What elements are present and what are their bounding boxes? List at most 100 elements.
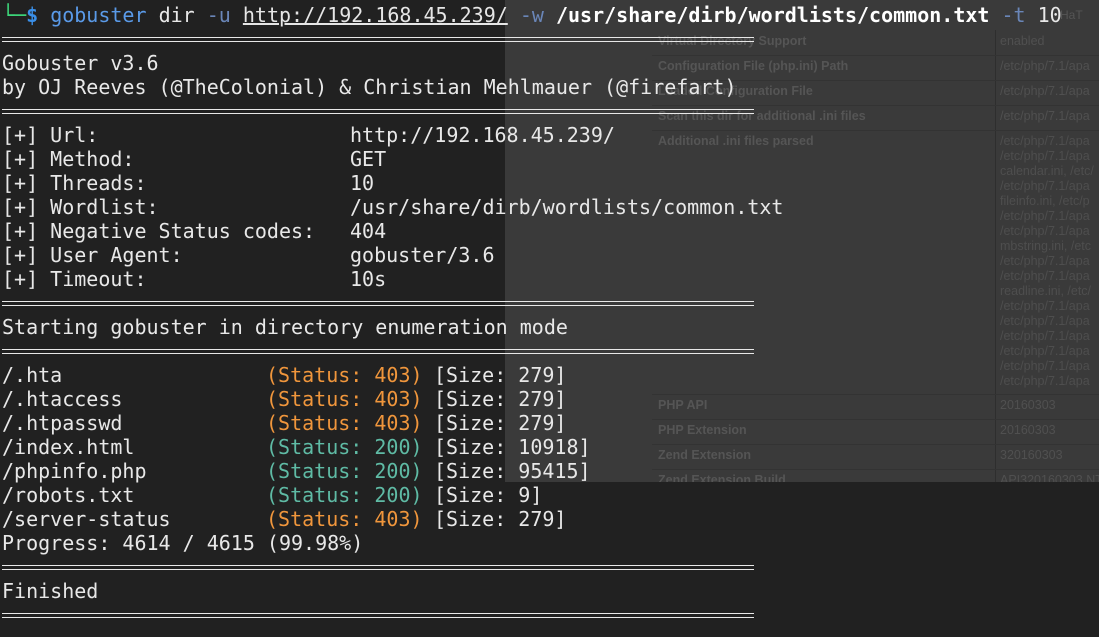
background-ini-file-list: /etc/php/7.1/apa/etc/php/7.1/apa calendar… <box>1000 134 1094 389</box>
config-value: GET <box>350 147 387 171</box>
background-table-row: Zend Extension 320160303 <box>652 444 1099 470</box>
separator <box>2 37 754 42</box>
background-table-key: PHP Extension <box>658 423 747 437</box>
background-table-row: Additional .ini files parsed /etc/php/7.… <box>652 130 1099 395</box>
config-row: [+] Method: GET <box>2 147 386 171</box>
config-value: 404 <box>350 219 387 243</box>
result-status: (Status: 200) <box>266 435 423 459</box>
command-flag-w: -w <box>519 3 544 27</box>
config-label: [+] Url: <box>2 123 99 147</box>
config-value: 10 <box>350 171 375 195</box>
config-row: [+] Negative Status codes: 404 <box>2 219 386 243</box>
background-top-partial-text: HaT <box>1060 8 1083 22</box>
background-table-row: Zend Extension Build API320160303,NTS <box>652 469 1099 482</box>
background-table-row: PHP API 20160303 <box>652 394 1099 420</box>
background-table-value: /etc/php/7.1/apa <box>1000 109 1090 123</box>
result-status: (Status: 403) <box>266 411 423 435</box>
result-row: /robots.txt (Status: 200) [Size: 9] <box>2 483 542 507</box>
command-flag-t: -t <box>1001 3 1026 27</box>
result-status: (Status: 403) <box>266 507 423 531</box>
background-table-key: Configuration File (php.ini) Path <box>658 59 849 73</box>
result-status: (Status: 200) <box>266 459 423 483</box>
background-ini-file: /etc/php/7.1/apa <box>1000 344 1090 358</box>
config-value: 10s <box>350 267 387 291</box>
background-ini-file: /etc/php/7.1/apa <box>1000 269 1090 283</box>
result-row: /.hta (Status: 403) [Size: 279] <box>2 363 566 387</box>
result-row: /server-status (Status: 403) [Size: 279] <box>2 507 566 531</box>
config-label: [+] Negative Status codes: <box>2 219 316 243</box>
background-ini-file: /etc/php/7.1/apa <box>1000 254 1090 268</box>
banner-version: Gobuster v3.6 <box>2 51 159 75</box>
command-subcommand: dir <box>158 3 195 27</box>
progress-line: Progress: 4614 / 4615 (99.98%) <box>2 531 364 555</box>
separator <box>2 349 754 354</box>
background-table-key: Zend Extension <box>658 448 752 462</box>
result-size: [Size: 9] <box>434 483 543 507</box>
background-ini-file: /etc/php/7.1/apa <box>1000 209 1090 223</box>
separator <box>2 613 754 618</box>
command-line[interactable]: └─$ gobuster dir -u http://192.168.45.23… <box>2 3 1062 27</box>
background-table-value: /etc/php/7.1/apa <box>1000 59 1090 73</box>
prompt-dollar: $ <box>26 3 39 27</box>
background-ini-file: readline.ini, /etc/ <box>1000 284 1092 298</box>
config-row: [+] Threads: 10 <box>2 171 374 195</box>
terminal-window[interactable]: Virtual Directory Support enabled Config… <box>0 0 1099 637</box>
separator <box>2 565 754 570</box>
config-label: [+] User Agent: <box>2 243 183 267</box>
config-label: [+] Wordlist: <box>2 195 159 219</box>
result-row: /.htpasswd (Status: 403) [Size: 279] <box>2 411 566 435</box>
result-path: /phpinfo.php <box>2 459 147 483</box>
config-row: [+] Url: http://192.168.45.239/ <box>2 123 615 147</box>
background-table-value: 320160303 <box>1000 448 1063 462</box>
result-size: [Size: 95415] <box>434 459 591 483</box>
background-table-key: Zend Extension Build <box>658 473 786 482</box>
background-ini-file: /etc/php/7.1/apa <box>1000 179 1090 193</box>
result-status: (Status: 403) <box>266 387 423 411</box>
background-ini-file: /etc/php/7.1/apa <box>1000 299 1090 313</box>
background-table-key: PHP API <box>658 398 708 412</box>
config-label: [+] Threads: <box>2 171 147 195</box>
background-ini-file: mbstring.ini, /etc <box>1000 239 1092 253</box>
background-table-key: Additional .ini files parsed <box>658 134 814 148</box>
config-row: [+] Wordlist: /usr/share/dirb/wordlists/c… <box>2 195 783 219</box>
background-ini-file: /etc/php/7.1/apa <box>1000 329 1090 343</box>
config-value: http://192.168.45.239/ <box>350 123 615 147</box>
background-ini-file: /etc/php/7.1/apa <box>1000 374 1090 388</box>
result-path: /.hta <box>2 363 63 387</box>
background-table-row: PHP Extension 20160303 <box>652 419 1099 445</box>
result-status: (Status: 200) <box>266 483 423 507</box>
result-size: [Size: 279] <box>434 387 567 411</box>
result-size: [Size: 279] <box>434 363 567 387</box>
background-table-value: enabled <box>1000 34 1045 48</box>
prompt-corner: └─ <box>2 3 27 27</box>
finished-line: Finished <box>2 579 99 603</box>
separator <box>2 301 754 306</box>
background-ini-file: /etc/php/7.1/apa <box>1000 224 1090 238</box>
config-value: /usr/share/dirb/wordlists/common.txt <box>350 195 784 219</box>
command-threads: 10 <box>1037 3 1062 27</box>
result-path: /robots.txt <box>2 483 135 507</box>
config-row: [+] User Agent: gobuster/3.6 <box>2 243 495 267</box>
background-table-row: Virtual Directory Support enabled <box>652 30 1099 56</box>
command-program: gobuster <box>50 3 147 27</box>
result-row: /.htaccess (Status: 403) [Size: 279] <box>2 387 566 411</box>
config-label: [+] Timeout: <box>2 267 147 291</box>
command-url: http://192.168.45.239/ <box>242 3 508 27</box>
result-size: [Size: 10918] <box>434 435 591 459</box>
result-status: (Status: 403) <box>266 363 423 387</box>
command-flag-u: -u <box>206 3 231 27</box>
mode-line: Starting gobuster in directory enumerati… <box>2 315 568 339</box>
background-table-value: API320160303,NTS <box>1000 473 1099 482</box>
config-label: [+] Method: <box>2 147 135 171</box>
result-path: /.htpasswd <box>2 411 123 435</box>
config-row: [+] Timeout: 10s <box>2 267 386 291</box>
result-row: /phpinfo.php (Status: 200) [Size: 95415] <box>2 459 591 483</box>
background-table-value: 20160303 <box>1000 398 1056 412</box>
background-ini-file: fileinfo.ini, /etc/p <box>1000 194 1090 208</box>
result-path: /server-status <box>2 507 171 531</box>
background-table-value: 20160303 <box>1000 423 1056 437</box>
background-ini-file: /etc/php/7.1/apa <box>1000 359 1090 373</box>
command-wordlist: /usr/share/dirb/wordlists/common.txt <box>555 3 990 27</box>
background-table-value: /etc/php/7.1/apa <box>1000 84 1090 98</box>
result-row: /index.html (Status: 200) [Size: 10918] <box>2 435 591 459</box>
